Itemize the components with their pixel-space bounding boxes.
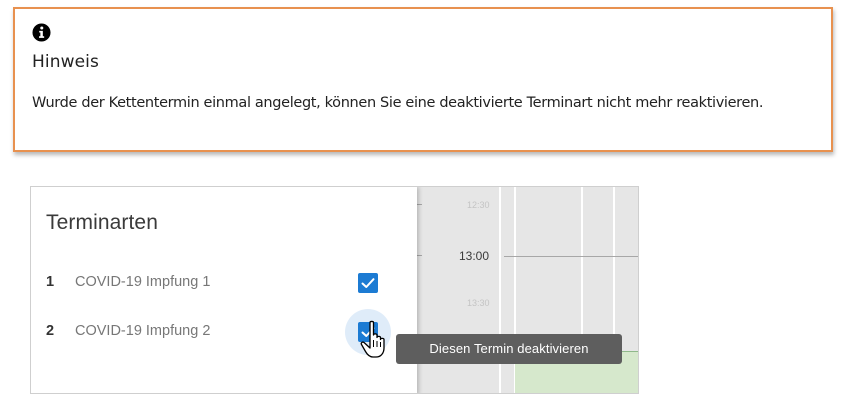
notice-box: Hinweis Wurde der Kettentermin einmal an… bbox=[13, 7, 833, 152]
item-label: COVID-19 Impfung 2 bbox=[75, 323, 211, 339]
time-label: 12:30 bbox=[467, 200, 490, 210]
current-time-line bbox=[504, 256, 638, 257]
tooltip: Diesen Termin deaktivieren bbox=[396, 334, 622, 364]
item-number: 1 bbox=[46, 274, 55, 290]
appointment-types-panel: Terminarten 1 COVID-19 Impfung 1 2 COVID… bbox=[31, 187, 417, 393]
checkmark-icon bbox=[361, 278, 375, 288]
item-number: 2 bbox=[46, 323, 55, 339]
notice-text: Wurde der Kettentermin einmal angelegt, … bbox=[32, 95, 764, 111]
notice-title: Hinweis bbox=[32, 52, 99, 72]
item-label: COVID-19 Impfung 1 bbox=[75, 274, 211, 290]
time-label: 13:00 bbox=[459, 249, 490, 263]
appointment-types-screenshot: 12:30 13:00 13:30 Terminarten 1 COVID-19… bbox=[30, 186, 639, 394]
checkbox-item-1[interactable] bbox=[358, 273, 378, 293]
panel-title: Terminarten bbox=[46, 211, 158, 234]
info-icon bbox=[32, 23, 51, 42]
time-label: 13:30 bbox=[467, 298, 490, 308]
hand-pointer-icon bbox=[360, 320, 385, 358]
